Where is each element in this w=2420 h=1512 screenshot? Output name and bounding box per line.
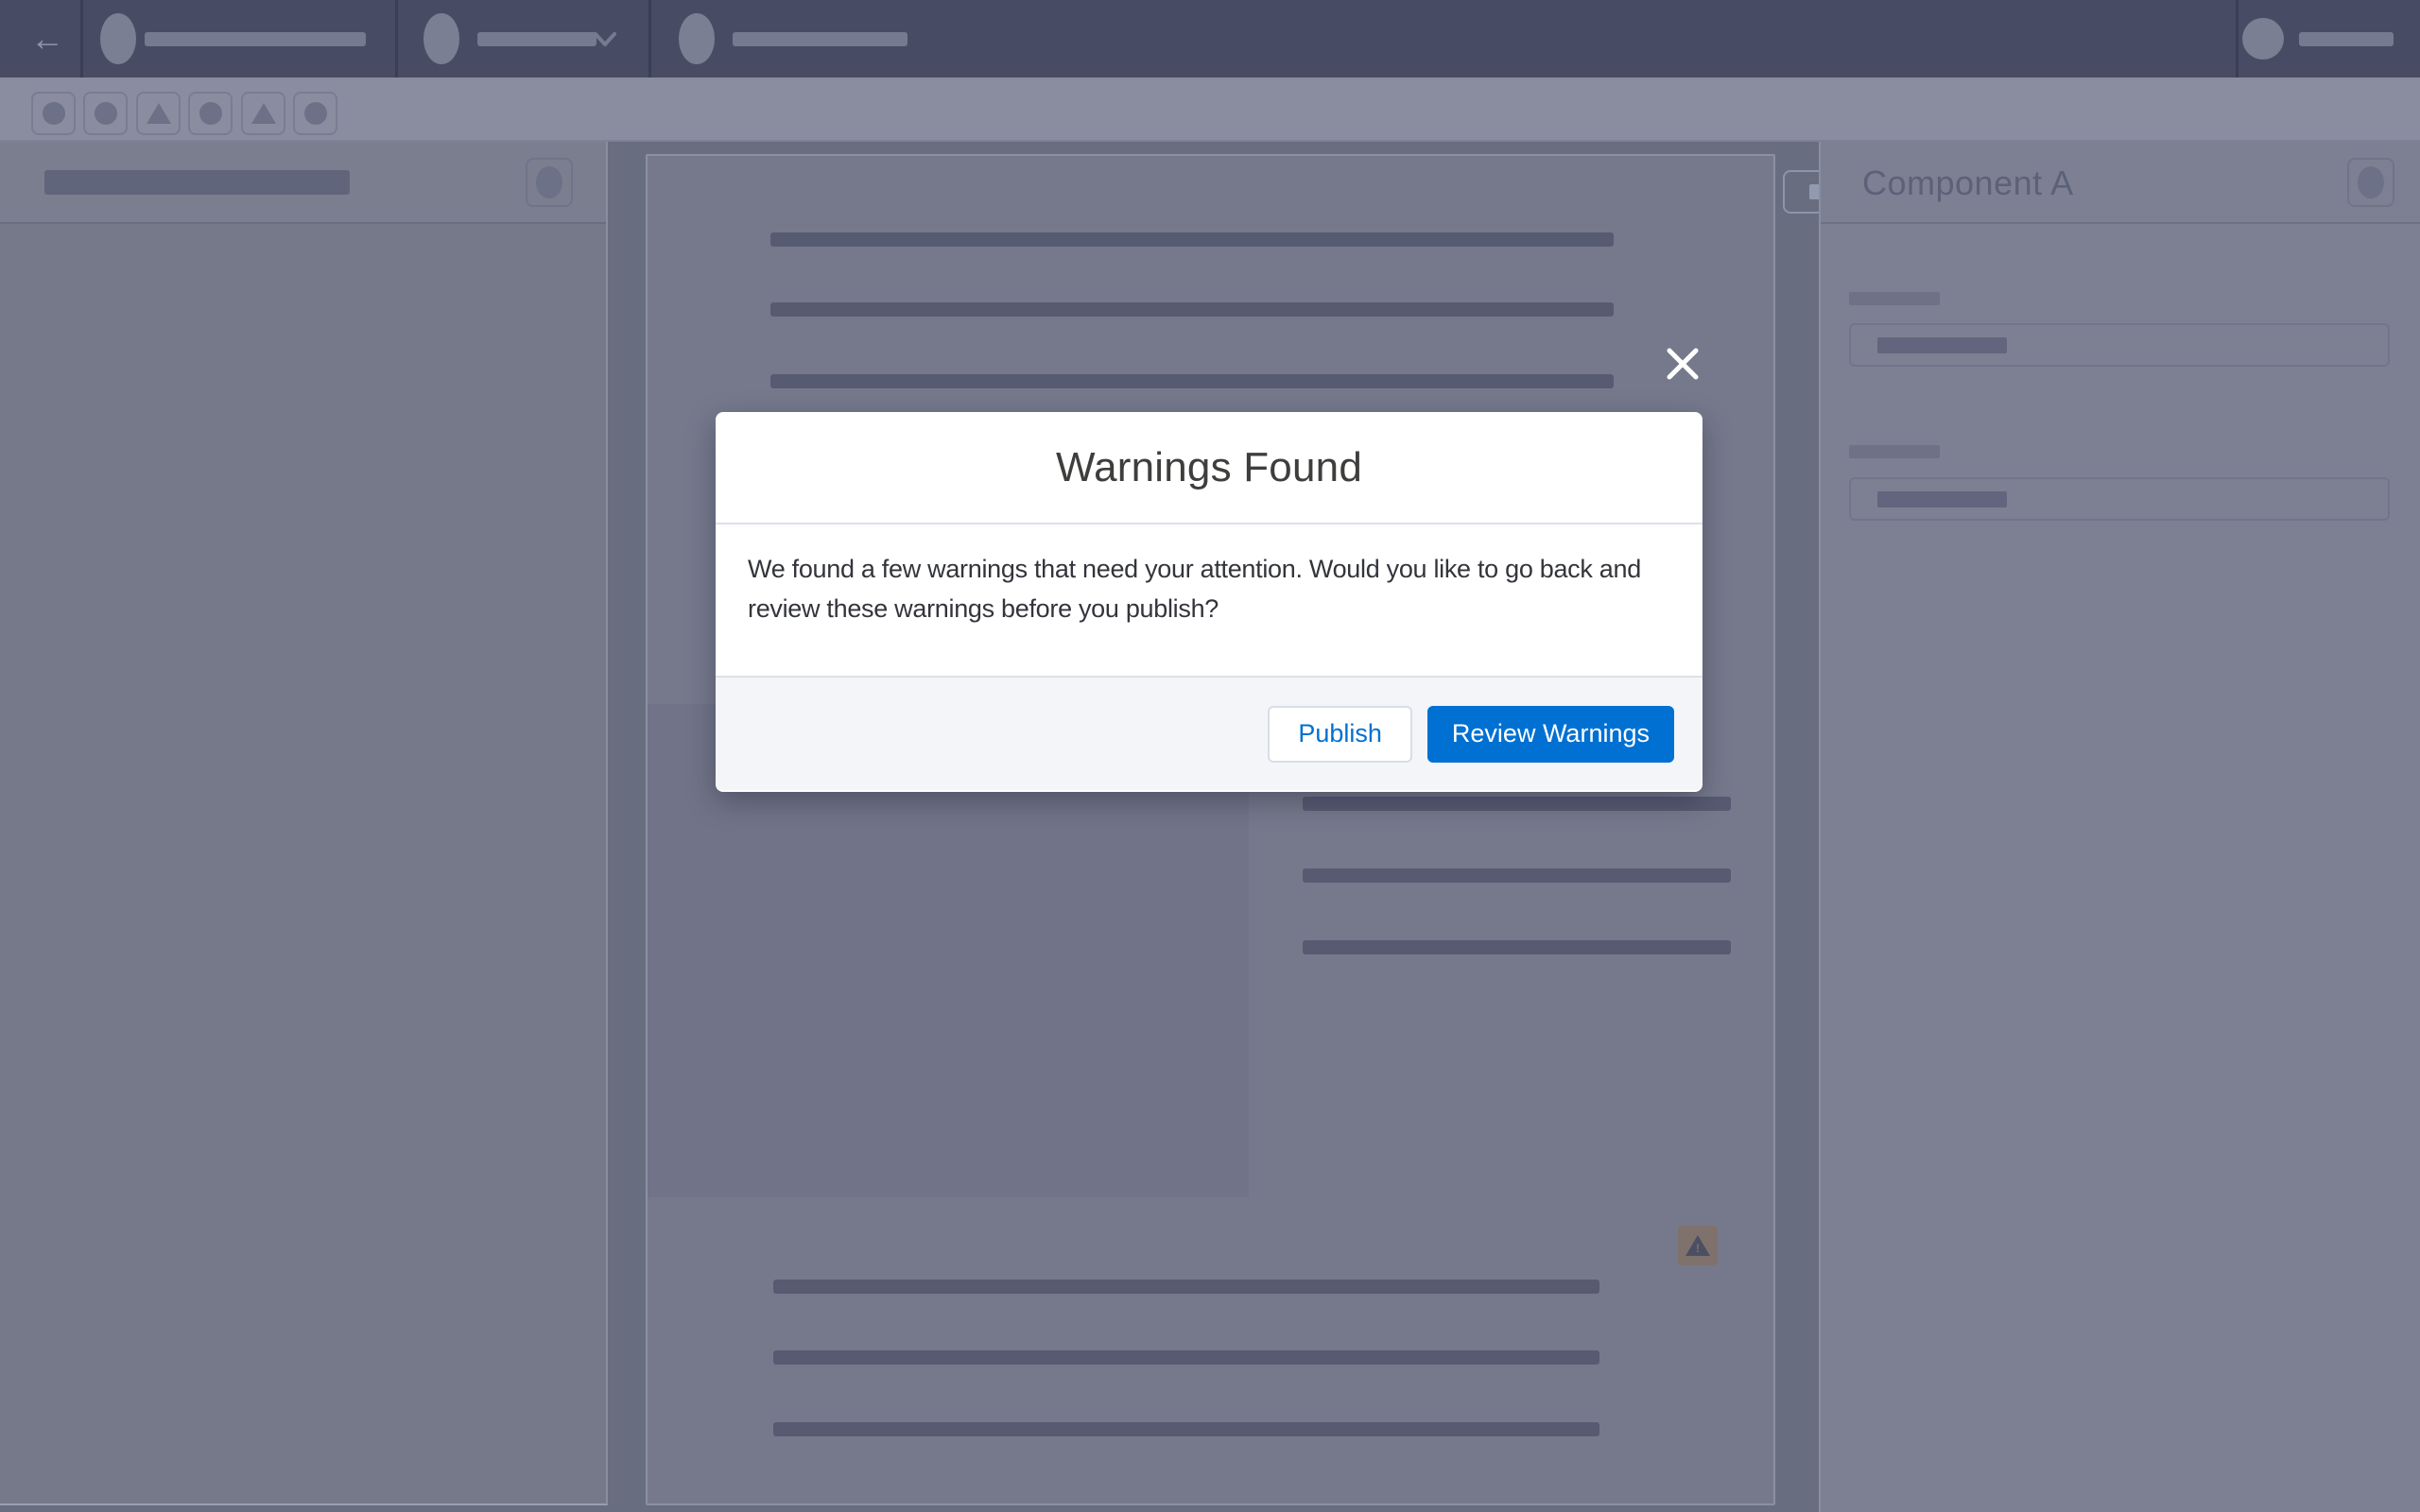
placeholder-bar: [1877, 337, 2007, 353]
placeholder-line: [773, 1350, 1599, 1365]
placeholder-line: [770, 232, 1614, 247]
modal-body-text: We found a few warnings that need your a…: [716, 524, 1703, 676]
placeholder-line: [770, 374, 1614, 388]
field-label-placeholder: [1849, 292, 1940, 305]
circle-icon: [2358, 166, 2384, 198]
triangle-icon: [251, 103, 276, 124]
placeholder-bar: [477, 32, 596, 46]
tool-button-2[interactable]: [83, 92, 128, 135]
placeholder-bar: [2299, 32, 2394, 46]
circle-icon: [304, 102, 327, 125]
placeholder-bar: [44, 170, 350, 195]
placeholder-line: [1303, 797, 1731, 811]
properties-panel-title: Component A: [1862, 142, 2074, 224]
badge-exclamation: !: [1696, 1242, 1700, 1256]
tool-button-6[interactable]: [293, 92, 337, 135]
back-button[interactable]: ←: [17, 0, 78, 77]
triangle-icon: [147, 103, 171, 124]
circle-icon: [199, 102, 222, 125]
placeholder-line: [1303, 868, 1731, 883]
modal-title: Warnings Found: [1056, 444, 1362, 491]
tool-button-4[interactable]: [188, 92, 233, 135]
modal-header: Warnings Found: [716, 412, 1703, 524]
tool-button-5[interactable]: [241, 92, 285, 135]
sidebar-header: [0, 142, 606, 224]
placeholder-line: [773, 1280, 1599, 1294]
placeholder-line: [1303, 940, 1731, 954]
builder-toolbar: ! Publish Save: [0, 77, 2420, 142]
warnings-modal: Warnings Found We found a few warnings t…: [716, 412, 1703, 792]
placeholder-line: [773, 1422, 1599, 1436]
tool-button-1[interactable]: [31, 92, 76, 135]
review-warnings-button[interactable]: Review Warnings: [1427, 706, 1674, 763]
component-warning-badge[interactable]: !: [1678, 1226, 1718, 1265]
view-icon: [679, 13, 715, 64]
warning-triangle-icon: !: [1685, 1235, 1710, 1256]
placeholder-bar: [145, 32, 366, 46]
circle-icon: [43, 102, 65, 125]
component-properties-panel: Component A: [1819, 142, 2420, 1512]
modal-close-button[interactable]: [1660, 341, 1705, 387]
modal-footer: Publish Review Warnings: [716, 676, 1703, 790]
divider: [648, 0, 651, 77]
chevron-down-icon[interactable]: [588, 25, 622, 53]
divider: [80, 0, 83, 77]
app-root: ←: [0, 0, 2420, 1512]
circle-icon: [536, 166, 562, 198]
review-warnings-label: Review Warnings: [1452, 719, 1650, 748]
properties-header: Component A: [1821, 142, 2420, 224]
sidebar-header-button[interactable]: [526, 158, 573, 207]
property-input-2[interactable]: [1849, 477, 2390, 521]
page-icon: [424, 13, 459, 64]
divider: [395, 0, 398, 77]
divider: [2236, 0, 2238, 77]
placeholder-bar: [733, 32, 908, 46]
property-input-1[interactable]: [1849, 323, 2390, 367]
placeholder-bar: [1877, 491, 2007, 507]
publish-button-label: Publish: [1298, 719, 1382, 748]
avatar: [2242, 18, 2284, 60]
circle-icon: [95, 102, 117, 125]
left-sidebar-panel: [0, 142, 608, 1505]
top-navigation-bar: ←: [0, 0, 2420, 77]
site-icon: [100, 13, 136, 64]
placeholder-line: [770, 302, 1614, 317]
page-canvas: !: [646, 154, 1775, 1505]
publish-anyway-button[interactable]: Publish: [1268, 706, 1412, 763]
properties-header-button[interactable]: [2347, 158, 2394, 207]
close-icon: [1664, 345, 1702, 383]
tool-button-3[interactable]: [136, 92, 181, 135]
field-label-placeholder: [1849, 445, 1940, 458]
back-arrow-icon: ←: [30, 19, 64, 59]
